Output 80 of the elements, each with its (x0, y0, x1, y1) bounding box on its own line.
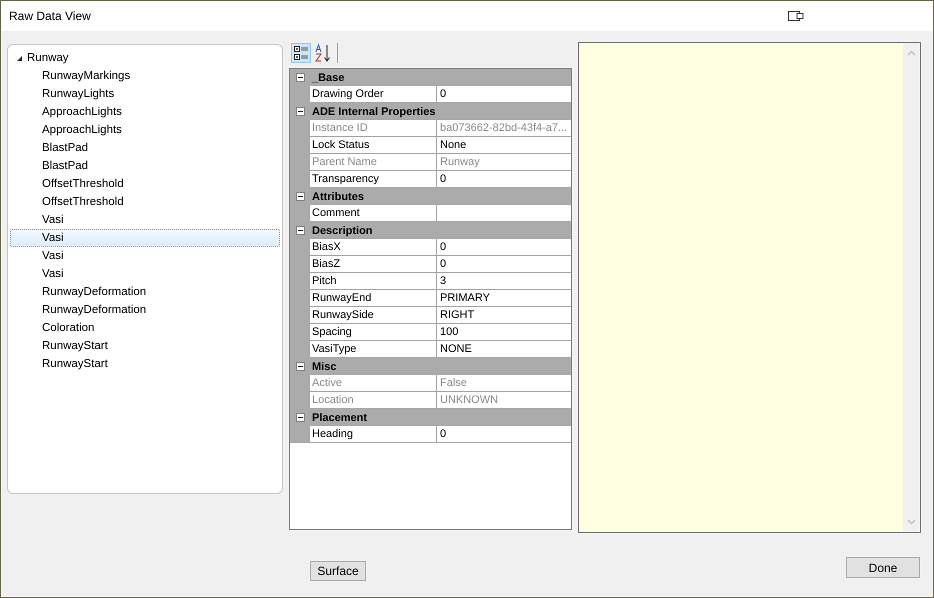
category-header: _Base (311, 72, 344, 84)
property-value[interactable]: 0 (437, 171, 571, 188)
property-name: RunwaySide (310, 307, 437, 324)
tree-item[interactable]: OffsetThreshold (10, 175, 280, 193)
property-value[interactable]: RIGHT (437, 307, 571, 324)
tree-item[interactable]: RunwayStart (10, 355, 280, 373)
property-row[interactable]: BiasZ 0 (290, 256, 571, 273)
property-name: BiasX (310, 239, 437, 256)
property-value: False (437, 375, 571, 392)
tree-item[interactable]: Runway (8, 49, 282, 67)
collapse-icon[interactable] (296, 413, 304, 422)
property-value[interactable]: None (437, 137, 571, 154)
property-row[interactable]: RunwayEnd PRIMARY (290, 290, 571, 307)
property-name: RunwayEnd (310, 290, 437, 307)
surface-button[interactable]: Surface (310, 561, 366, 581)
property-row[interactable]: Comment (290, 205, 571, 222)
tree-item[interactable]: Vasi (10, 211, 280, 229)
property-row[interactable]: VasiType NONE (290, 341, 571, 358)
category-header: Misc (311, 360, 336, 372)
collapse-icon[interactable] (296, 362, 304, 371)
property-value: Runway (437, 154, 571, 171)
property-row[interactable]: Transparency 0 (290, 171, 571, 188)
property-value[interactable]: PRIMARY (437, 290, 571, 307)
property-name: Comment (310, 205, 437, 222)
category-header: ADE Internal Properties (311, 106, 436, 118)
property-name: Instance ID (310, 120, 437, 137)
property-name: Location (310, 392, 437, 409)
property-row[interactable]: BiasX 0 (290, 239, 571, 256)
property-row[interactable]: Spacing 100 (290, 324, 571, 341)
collapse-icon[interactable] (296, 73, 304, 82)
property-value: ba073662-82bd-43f4-a7... (437, 120, 571, 137)
tree-item[interactable]: BlastPad (10, 157, 280, 175)
property-name: Lock Status (310, 137, 437, 154)
tree-item[interactable]: BlastPad (10, 139, 280, 157)
property-name: Transparency (310, 171, 437, 188)
property-value[interactable]: 0 (437, 426, 571, 443)
property-name: BiasZ (310, 256, 437, 273)
tree-item[interactable]: RunwayMarkings (10, 67, 280, 85)
property-name: Heading (310, 426, 437, 443)
collapse-icon[interactable] (296, 226, 304, 235)
tree-item[interactable]: RunwayDeformation (10, 283, 280, 301)
property-row[interactable]: RunwaySide RIGHT (290, 307, 571, 324)
property-value: UNKNOWN (437, 392, 571, 409)
tree-item[interactable]: Vasi (10, 247, 280, 265)
tree-item[interactable]: Vasi (10, 265, 280, 283)
tree-item[interactable]: ApproachLights (10, 121, 280, 139)
tree-item[interactable]: Vasi (10, 229, 280, 247)
property-value[interactable]: NONE (437, 341, 571, 358)
property-name: Pitch (310, 273, 437, 290)
property-name: Drawing Order (310, 86, 437, 103)
tree-item[interactable]: RunwayLights (10, 85, 280, 103)
property-row[interactable]: Heading 0 (290, 426, 571, 443)
window-icon[interactable] (788, 11, 804, 21)
property-value[interactable]: 100 (437, 324, 571, 341)
tree-item[interactable]: ApproachLights (10, 103, 280, 121)
property-row[interactable]: Lock Status None (290, 137, 571, 154)
property-name: Active (310, 375, 437, 392)
categorized-view-icon[interactable] (291, 43, 311, 63)
collapse-icon[interactable] (296, 107, 304, 116)
tree-item[interactable]: Coloration (10, 319, 280, 337)
property-value[interactable]: 0 (437, 86, 571, 103)
property-name: Parent Name (310, 154, 437, 171)
category-header: Description (311, 224, 373, 236)
tree-item[interactable]: RunwayStart (10, 337, 280, 355)
property-row[interactable]: Drawing Order 0 (290, 86, 571, 103)
category-header: Placement (311, 412, 368, 424)
tree-item[interactable]: RunwayDeformation (10, 301, 280, 319)
tree-item[interactable]: OffsetThreshold (10, 193, 280, 211)
window-title: Raw Data View (9, 9, 91, 23)
property-value[interactable]: 0 (437, 239, 571, 256)
property-value[interactable]: 0 (437, 256, 571, 273)
sort-alphabetical-icon[interactable] (313, 43, 333, 63)
property-value[interactable]: 3 (437, 273, 571, 290)
collapse-icon[interactable] (296, 192, 304, 201)
expand-arrow-icon[interactable] (16, 54, 23, 62)
property-name: VasiType (310, 341, 437, 358)
property-row[interactable]: Pitch 3 (290, 273, 571, 290)
category-header: Attributes (311, 190, 364, 202)
property-name: Spacing (310, 324, 437, 341)
done-button[interactable]: Done (846, 557, 920, 578)
